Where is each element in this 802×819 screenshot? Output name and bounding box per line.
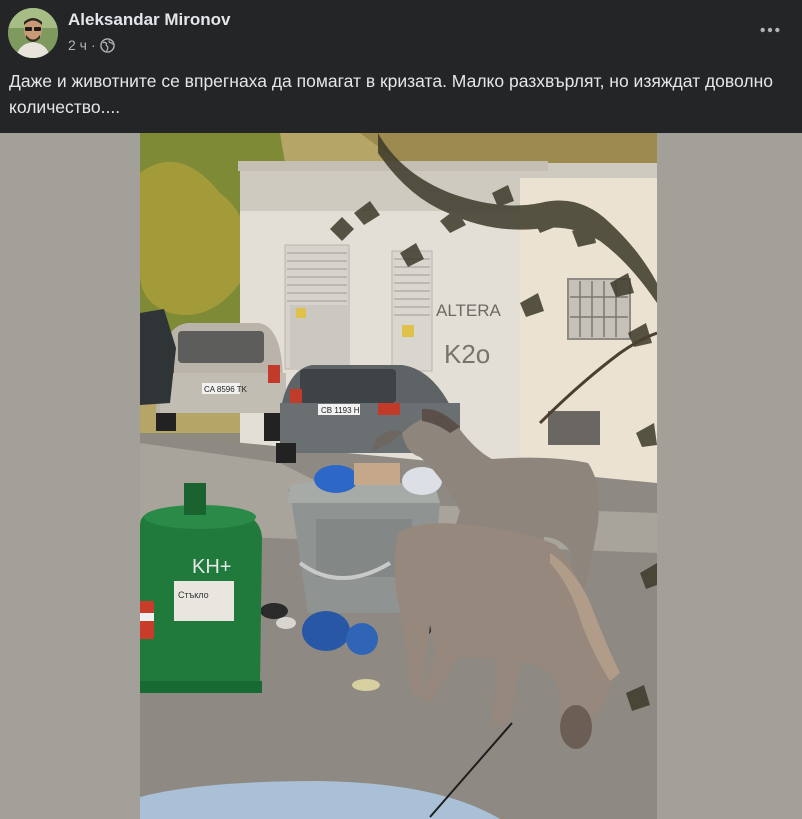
photo-scene: ALTERA K2o CA 8596 TK CB 1193 H Стъкло K… — [140, 133, 657, 819]
post-photo[interactable]: ALTERA K2o CA 8596 TK CB 1193 H Стъкло K… — [140, 133, 657, 819]
post-media: ALTERA K2o CA 8596 TK CB 1193 H Стъкло K… — [0, 133, 802, 819]
globe-icon[interactable] — [99, 37, 115, 53]
wall-graffiti-2: K2o — [444, 339, 490, 369]
post-text: Даже и животните се впрегнаха да помагат… — [9, 71, 773, 117]
plate-1: CA 8596 TK — [204, 385, 248, 394]
plate-2: CB 1193 H — [321, 406, 360, 415]
more-options-button[interactable] — [752, 14, 788, 46]
post-header: Aleksandar Mironov 2 ч · — [0, 0, 802, 62]
more-horizontal-icon — [760, 27, 780, 33]
bin-label: Стъкло — [178, 590, 209, 600]
wall-graffiti: ALTERA — [436, 301, 502, 320]
post-timestamp[interactable]: 2 ч — [68, 37, 87, 53]
meta-separator: · — [90, 37, 96, 53]
author-name[interactable]: Aleksandar Mironov — [68, 10, 231, 30]
author-avatar[interactable] — [8, 8, 58, 58]
bin-graffiti: KH+ — [192, 556, 231, 578]
avatar-image — [8, 8, 58, 58]
post-meta: 2 ч · — [68, 37, 115, 53]
